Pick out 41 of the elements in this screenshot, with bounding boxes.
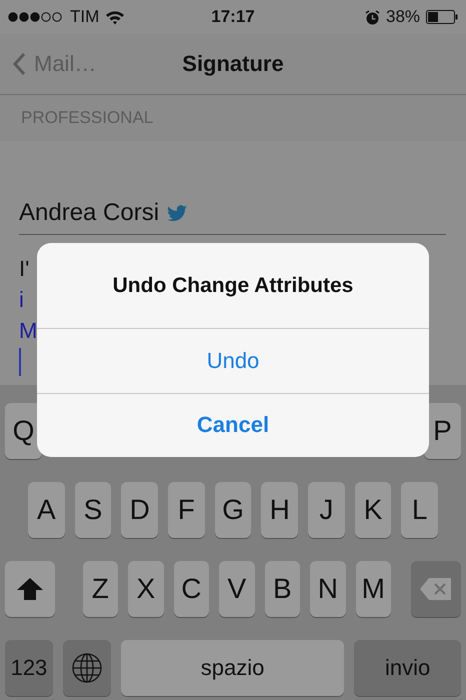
keyboard-key[interactable]: K xyxy=(354,482,392,538)
keyboard-key[interactable]: M xyxy=(356,561,392,617)
keyboard-key[interactable]: N xyxy=(310,561,346,617)
space-key[interactable]: spazio xyxy=(120,640,344,696)
cancel-button[interactable]: Cancel xyxy=(37,392,429,457)
numbers-key[interactable]: 123 xyxy=(5,640,53,696)
delete-icon xyxy=(419,577,453,601)
return-key[interactable]: invio xyxy=(354,640,461,696)
keyboard-key[interactable]: D xyxy=(121,482,158,538)
chevron-icon xyxy=(12,52,26,76)
keyboard-key[interactable]: S xyxy=(74,482,112,538)
signature-link[interactable]: M xyxy=(19,318,38,343)
keyboard-key[interactable]: B xyxy=(264,561,300,617)
globe-key[interactable] xyxy=(62,640,111,696)
wifi-icon xyxy=(105,10,126,24)
keyboard-key[interactable]: C xyxy=(174,561,210,617)
bird-icon xyxy=(167,204,188,220)
carrier-name: TIM xyxy=(70,7,100,27)
keyboard-key[interactable]: H xyxy=(261,482,298,538)
keyboard-key[interactable]: L xyxy=(401,482,438,538)
battery-icon xyxy=(426,10,458,24)
shift-key[interactable] xyxy=(5,561,55,617)
keyboard-key[interactable]: F xyxy=(168,482,205,538)
keyboard-key[interactable]: A xyxy=(28,482,65,538)
signature-text: I' xyxy=(19,256,30,281)
keyboard-key[interactable]: V xyxy=(219,561,255,617)
signature-name: Andrea Corsi xyxy=(19,198,160,226)
alert-button[interactable]: Undo xyxy=(37,328,429,392)
keyboard-key[interactable]: X xyxy=(128,561,164,617)
keyboard-key[interactable]: G xyxy=(214,482,252,538)
shift-icon xyxy=(16,577,44,601)
signature-link[interactable]: i xyxy=(19,287,24,312)
alarm-icon xyxy=(364,10,380,24)
status-time: 17:17 xyxy=(211,7,255,27)
keyboard-key[interactable]: Z xyxy=(82,561,118,617)
alert-title: Undo Change Attributes xyxy=(112,272,354,298)
globe-icon xyxy=(72,653,102,683)
signal-icon xyxy=(8,12,64,22)
screen-title: Signature xyxy=(182,51,284,77)
keyboard-key[interactable]: J xyxy=(308,482,345,538)
battery-percent: 38% xyxy=(386,7,420,27)
